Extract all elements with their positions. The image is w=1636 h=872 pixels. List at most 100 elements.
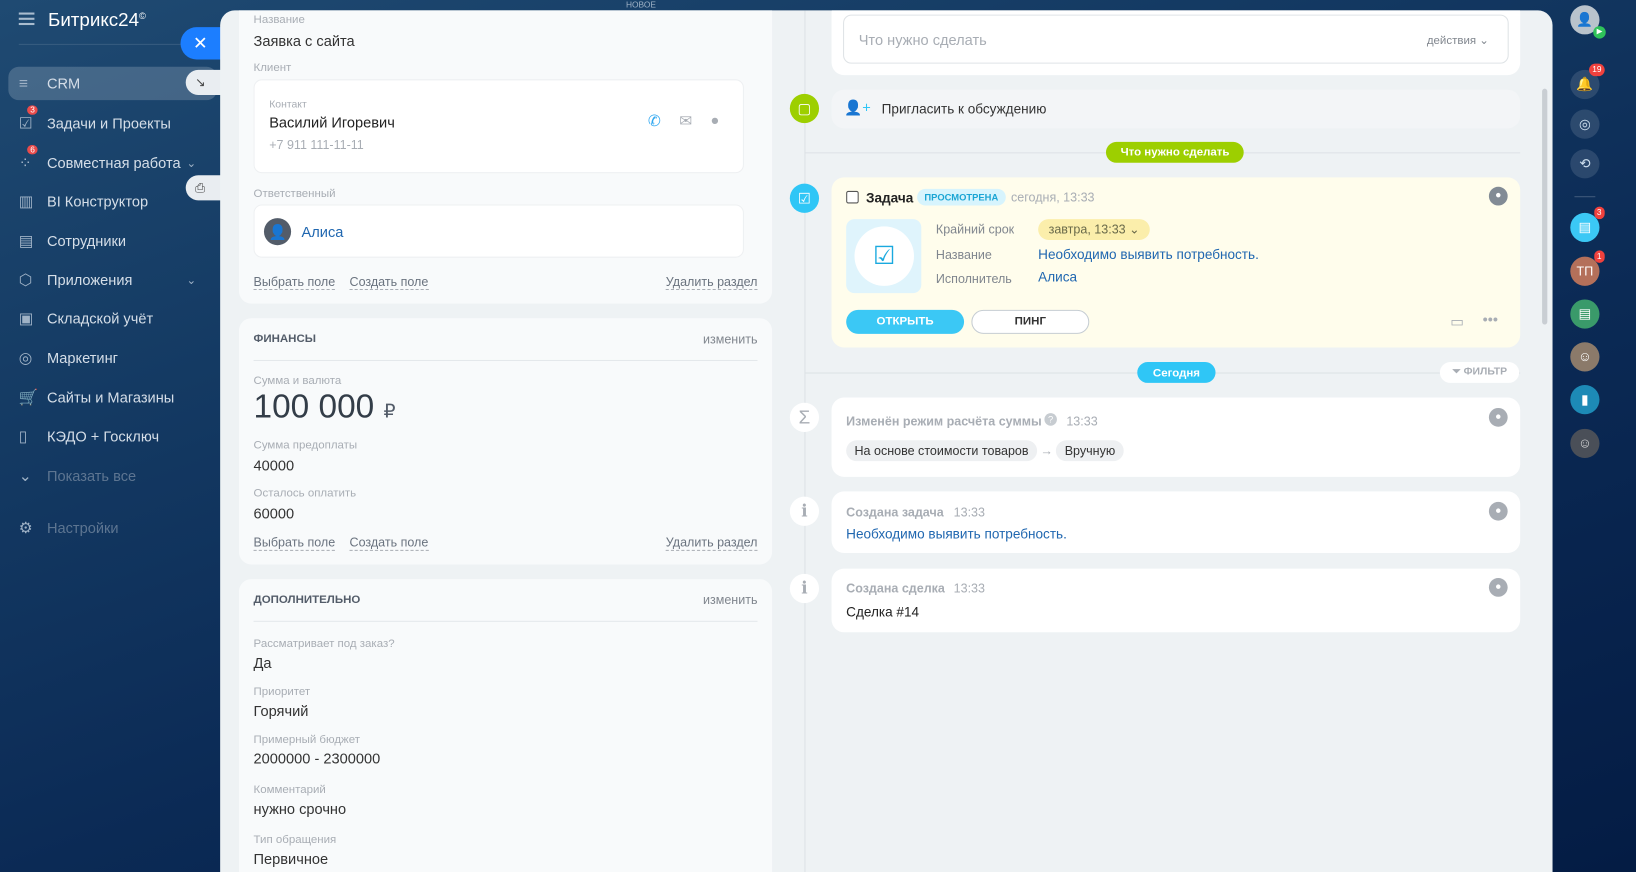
info-icon: i [789, 573, 820, 604]
change-row: На основе стоимости товаров → Вручную [846, 440, 1124, 462]
copilot-icon[interactable]: ◎ [1570, 109, 1600, 139]
task-check-icon: ☑ [854, 226, 914, 286]
chat-icon[interactable]: ▤ 3 [1570, 206, 1605, 243]
chat-icon[interactable]: ● [711, 112, 720, 129]
help-icon[interactable]: ? [1044, 413, 1057, 426]
sidebar-item-label: Сайты и Магазины [46, 389, 175, 406]
sum-value[interactable]: 100 000 ₽ [254, 387, 396, 426]
scrollbar[interactable] [1542, 88, 1548, 325]
author-avatar-icon[interactable]: ● [1488, 407, 1508, 427]
phone-icon[interactable]: ✆ [648, 112, 661, 131]
rest-value[interactable]: 60000 [254, 505, 295, 522]
actions-label: действия [1426, 34, 1477, 47]
email-icon[interactable]: ✉ [679, 112, 692, 131]
bookmark-icon[interactable]: ▮ [1570, 385, 1600, 415]
contact-phone[interactable]: +7 911 111-11-11 [269, 138, 364, 153]
sidebar-item-label: CRM [46, 75, 81, 92]
assignee-link[interactable]: Алиса [1038, 269, 1077, 285]
author-avatar-icon[interactable]: ● [1488, 186, 1508, 206]
finance-title: ФИНАНСЫ [253, 332, 316, 346]
author-avatar-icon[interactable]: ● [1488, 578, 1508, 597]
from-chip: На основе стоимости товаров [846, 440, 1037, 462]
sidebar-item-label: Маркетинг [46, 349, 118, 367]
todo-placeholder: Что нужно сделать [858, 31, 987, 48]
comment-icon: ▢ [789, 93, 820, 124]
sidebar-item[interactable]: ▤ Сотрудники [8, 224, 217, 257]
prepay-value[interactable]: 40000 [254, 457, 295, 474]
task-icon: ☑ [789, 183, 820, 213]
arrow-right-icon: → [1040, 443, 1057, 459]
more-icon[interactable]: ••• [1483, 311, 1498, 328]
field-value[interactable]: 2000000 - 2300000 [254, 750, 381, 767]
contact-label: Контакт [269, 99, 307, 111]
user-avatar-icon[interactable]: 👤 ▶ [1570, 5, 1606, 39]
author-avatar-icon[interactable]: ● [1488, 501, 1508, 521]
sidebar-badge: 6 [27, 145, 39, 155]
menu-icon[interactable] [18, 12, 35, 26]
task-time: сегодня, 13:33 [1011, 189, 1095, 205]
field-label: Рассматривает под заказ? [253, 637, 395, 651]
create-field-link[interactable]: Создать поле [349, 535, 429, 551]
sidebar-item[interactable]: ⚙ Настройки [8, 511, 217, 544]
field-label: Комментарий [253, 783, 326, 797]
todo-editor: Что нужно сделать действия ⌄ [831, 10, 1521, 76]
name-label: Название [253, 13, 305, 27]
field-value[interactable]: Да [254, 654, 272, 671]
divider [1574, 196, 1596, 198]
group-chat-icon[interactable]: ▤ [1570, 299, 1600, 329]
todo-input[interactable]: Что нужно сделать действия ⌄ [843, 14, 1509, 64]
note-icon[interactable]: ▭ [1450, 313, 1464, 331]
contact-card: Контакт Василий Игоревич +7 911 111-11-1… [253, 79, 744, 174]
deal-slider: Название Заявка с сайта Клиент Контакт В… [220, 10, 1553, 872]
sidebar-item[interactable]: ☑ 3 Задачи и Проекты [8, 105, 217, 139]
delete-section-link[interactable]: Удалить раздел [665, 535, 758, 551]
responsible-link[interactable]: Алиса [302, 223, 344, 240]
actions-dropdown[interactable]: действия ⌄ [1427, 33, 1489, 47]
chevron-down-icon[interactable]: ⌄ [187, 273, 197, 287]
finance-edit-link[interactable]: изменить [703, 332, 757, 347]
invite-row[interactable]: 👤+ Пригласить к обсуждению [831, 89, 1521, 129]
finance-section: ФИНАНСЫ изменить Сумма и валюта 100 000 … [238, 318, 773, 565]
filter-button[interactable]: ⏷ ФИЛЬТР [1439, 362, 1520, 383]
sum-amount: 100 000 [253, 387, 375, 425]
deadline-dropdown[interactable]: завтра, 13:33 ⌄ [1038, 219, 1151, 240]
sidebar-item[interactable]: ▣ Складской учёт [8, 302, 217, 335]
select-field-link[interactable]: Выбрать поле [253, 274, 336, 291]
sidebar-item[interactable]: ⁘ 6 Совместная работа ⌄ [8, 145, 217, 179]
field-value[interactable]: Горячий [254, 702, 309, 719]
group-avatar[interactable]: ☺ [1570, 342, 1600, 372]
contact-name[interactable]: Василий Игоревич [269, 114, 395, 131]
bell-icon[interactable]: 🔔 19 [1570, 63, 1605, 100]
open-button[interactable]: ОТКРЫТЬ [846, 309, 965, 334]
ping-button[interactable]: ПИНГ [971, 309, 1090, 334]
field-value[interactable]: нужно срочно [254, 800, 347, 817]
sidebar-item[interactable]: ⬡ Приложения ⌄ [8, 263, 217, 296]
create-field-link[interactable]: Создать поле [349, 274, 429, 291]
delete-section-link[interactable]: Удалить раздел [665, 274, 758, 291]
task-name-link[interactable]: Необходимо выявить потребность. [1038, 246, 1259, 262]
task-title: Задача [865, 189, 914, 206]
contact-avatar[interactable]: ТП 1 [1570, 250, 1605, 286]
extra-edit-link[interactable]: изменить [703, 593, 757, 608]
sidebar-item[interactable]: ◎ Маркетинг [8, 341, 217, 374]
field-value[interactable]: Первичное [254, 850, 329, 867]
sidebar-item[interactable]: ⌄ Показать все [8, 459, 217, 492]
task-image: ☑ [846, 219, 922, 294]
divider [253, 359, 758, 362]
task-link[interactable]: Необходимо выявить потребность. [846, 526, 1067, 542]
event-title: Создана задача [846, 504, 944, 520]
sidebar-item[interactable]: 🛒 Сайты и Магазины [8, 381, 217, 414]
deadline-label: Крайний срок [935, 222, 1015, 237]
search-chat-icon[interactable]: ⟲ [1570, 149, 1600, 179]
user-photo-avatar[interactable]: ☺ [1570, 428, 1600, 459]
extra-title: ДОПОЛНИТЕЛЬНО [253, 593, 361, 607]
prepay-label: Сумма предоплаты [253, 439, 358, 452]
chevron-down-icon[interactable]: ⌄ [187, 156, 197, 170]
assignee-label: Исполнитель [935, 271, 1012, 286]
name-value[interactable]: Заявка с сайта [254, 32, 355, 49]
select-field-link[interactable]: Выбрать поле [253, 535, 336, 551]
deal-label: Сделка #14 [846, 604, 920, 620]
sidebar-item[interactable]: ▯ КЭДО + Госключ [8, 419, 217, 452]
task-checkbox[interactable] [846, 190, 859, 204]
contact-badge: 1 [1593, 250, 1605, 263]
